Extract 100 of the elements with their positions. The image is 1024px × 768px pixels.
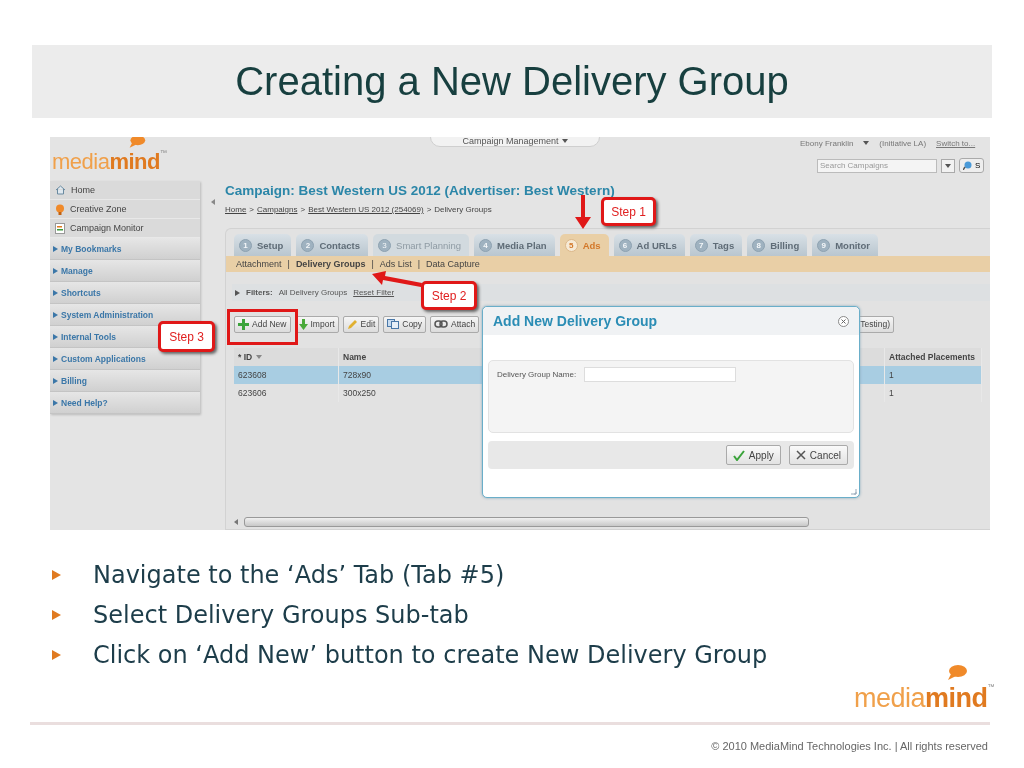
highlight-frame [227, 309, 298, 345]
breadcrumb-link[interactable]: Best Western US 2012 (254069) [308, 205, 424, 214]
search-field[interactable]: Search Campaigns [817, 158, 937, 173]
tab[interactable]: 2 Contacts [296, 234, 369, 256]
sidebar-item[interactable]: Creative Zone [50, 200, 200, 219]
column-header[interactable]: Attached Placements [885, 348, 982, 366]
expand-icon [53, 245, 58, 252]
speech-bubble-icon [128, 137, 146, 149]
plus-icon [238, 318, 249, 330]
toolbar-button[interactable]: Edit [342, 315, 380, 333]
bullet-text: Click on ‘Add New’ button to create New Delivery Group [93, 641, 768, 669]
sort-caret-icon [256, 355, 263, 359]
sidebar-section[interactable]: Manage [50, 260, 200, 282]
breadcrumb-link[interactable]: Home [225, 205, 247, 214]
tab[interactable]: 6 Ad URLs [613, 234, 685, 256]
subtab-separator: | [371, 259, 374, 269]
bulb-icon [55, 203, 65, 215]
search-button[interactable]: S [959, 158, 985, 173]
expand-icon [53, 289, 58, 296]
filter-value: All Delivery Groups [278, 288, 348, 297]
subtab-separator: | [417, 259, 421, 269]
table-cell: 623608 [234, 366, 339, 384]
dropdown-button[interactable] [941, 158, 955, 173]
column-header[interactable]: * ID [234, 348, 339, 366]
dialog-button[interactable]: Apply [725, 445, 781, 465]
bullet-icon [52, 650, 61, 660]
breadcrumb-separator: > [426, 205, 432, 214]
account-name: (Initiative LA) [879, 138, 927, 148]
tab-number: 8 [752, 238, 766, 252]
filters-label: Filters: [246, 288, 273, 297]
dialog-title: Add New Delivery Group [493, 313, 658, 329]
tab-number: 2 [301, 238, 315, 252]
tab[interactable]: 9 Monitor [812, 234, 879, 256]
sidebar-item[interactable]: Home [50, 181, 200, 200]
caret-icon [561, 138, 568, 143]
caret-icon [863, 141, 870, 145]
slide-title: Creating a New Delivery Group [235, 59, 789, 104]
toolbar-button[interactable]: Add New [234, 315, 291, 333]
tab-number: 7 [694, 238, 708, 252]
expand-icon [235, 289, 240, 296]
expand-icon [53, 267, 58, 274]
dialog-button[interactable]: Cancel [788, 445, 848, 465]
step-tooltip: Step 3 [158, 321, 215, 352]
tab[interactable]: 8 Billing [747, 234, 808, 256]
breadcrumb-current: Delivery Groups [434, 205, 492, 214]
reset-filter-link[interactable]: Reset Filter [353, 288, 395, 297]
subtab[interactable]: Data Capture [426, 259, 480, 269]
breadcrumb-separator: > [300, 205, 306, 214]
tab-number: 3 [378, 238, 392, 252]
toolbar-button[interactable]: Copy [383, 315, 427, 333]
field-label: Delivery Group Name: [497, 370, 577, 379]
tab-number: 9 [817, 238, 831, 252]
subtab-separator: | [287, 259, 290, 269]
name-input-field[interactable] [584, 367, 737, 382]
expand-icon [53, 399, 58, 406]
copy-icon [387, 319, 400, 329]
user-name[interactable]: Ebony Franklin [800, 138, 854, 148]
table-cell: 1 [885, 384, 982, 402]
expand-icon [53, 377, 58, 384]
search-icon [963, 161, 972, 170]
down-arrow-icon [298, 318, 308, 330]
step-tooltip: Step 2 [421, 281, 477, 310]
toolbar-button[interactable]: Attach [430, 315, 480, 333]
subtab[interactable]: Delivery Groups [295, 259, 366, 269]
sidebar-section[interactable]: System Administration [50, 304, 200, 326]
tab[interactable]: 1 Setup [234, 234, 292, 256]
chain-link-icon [434, 320, 449, 328]
switch-link[interactable]: Switch to... [936, 138, 976, 148]
expand-icon [53, 333, 58, 340]
close-icon[interactable] [838, 315, 849, 327]
collapse-icon[interactable] [210, 199, 215, 205]
chart-icon [55, 222, 65, 234]
pointer-arrow [575, 195, 591, 229]
top-menu[interactable]: Campaign Management [430, 137, 600, 147]
sidebar-section[interactable]: My Bookmarks [50, 238, 200, 260]
sidebar-section[interactable]: Shortcuts [50, 282, 200, 304]
bullet-icon [52, 610, 61, 620]
sidebar-section[interactable]: Custom Applications [50, 348, 200, 370]
scroll-left-icon[interactable] [234, 518, 238, 525]
horizontal-scrollbar[interactable] [244, 516, 809, 527]
pointer-arrow [372, 271, 422, 287]
tab[interactable]: 7 Tags [689, 234, 743, 256]
breadcrumb-link[interactable]: Campaigns [257, 205, 298, 214]
logo-text: media [52, 149, 110, 175]
check-icon [732, 449, 745, 461]
subtab[interactable]: Ads List [379, 259, 412, 269]
bullet-text: Select Delivery Groups Sub-tab [93, 601, 469, 629]
expand-icon [53, 355, 58, 362]
breadcrumb-separator: > [249, 205, 254, 214]
subtab[interactable]: Attachment [236, 259, 282, 269]
house-icon [55, 185, 66, 195]
copyright-text: © 2010 MediaMind Technologies Inc. | All rights reserved [710, 740, 988, 752]
logo-text: mind [925, 683, 988, 714]
tab-number: 4 [479, 238, 492, 252]
expand-icon [53, 311, 58, 318]
bullet-text: Navigate to the ‘Ads’ Tab (Tab #5) [93, 561, 505, 589]
tab[interactable]: 4 Media Plan [474, 234, 555, 256]
table-cell: 623606 [234, 384, 339, 402]
logo-text: mind [109, 149, 160, 175]
resize-grip-icon[interactable] [850, 488, 857, 495]
